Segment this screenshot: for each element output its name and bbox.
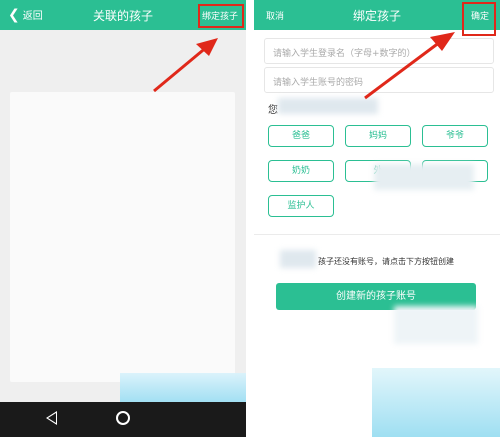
arrow-to-confirm [364, 32, 455, 100]
arrow-to-bind-child [153, 38, 218, 93]
annotation-arrows [153, 32, 455, 100]
